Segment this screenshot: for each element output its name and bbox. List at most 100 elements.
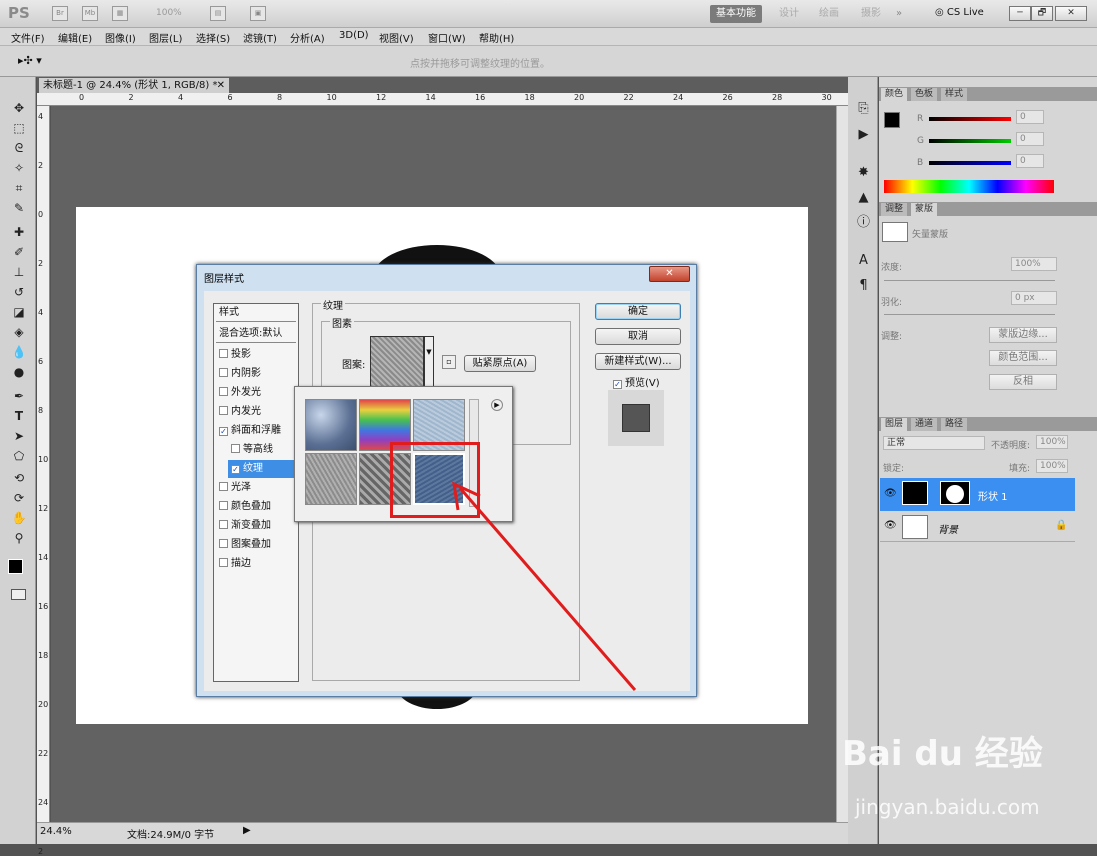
style-item[interactable]: 光泽 [216,479,296,497]
zoom-tool-icon[interactable]: ⚲ [10,529,28,547]
styles-header[interactable]: 样式 [216,304,296,322]
tab-paths[interactable]: 路径 [941,418,968,431]
channel-b-slider[interactable] [929,161,1011,165]
shape-tool-icon[interactable]: ⬠ [10,447,28,465]
color-foreground[interactable] [884,112,900,128]
brush-tool-icon[interactable]: ✐ [10,243,28,261]
style-checkbox[interactable]: ✓ [219,427,228,436]
style-checkbox[interactable]: ✓ [231,465,240,474]
style-checkbox[interactable] [219,501,228,510]
pattern-swatch-bubbles[interactable] [305,399,357,451]
workspace-painting[interactable]: 绘画 [813,5,845,23]
style-checkbox[interactable] [219,558,228,567]
menu-window[interactable]: 窗口(W) [428,30,466,45]
marquee-tool-icon[interactable]: ⬚ [10,119,28,137]
style-item[interactable]: ✓ 斜面和浮雕 [216,422,296,440]
color-spectrum-bar[interactable] [884,180,1054,193]
arrange-docs-icon[interactable]: ▤ [210,6,226,21]
style-item[interactable]: 等高线 [228,441,296,459]
menu-layer[interactable]: 图层(L) [149,30,182,45]
channel-b-value[interactable]: 0 [1016,154,1044,168]
style-item[interactable]: 外发光 [216,384,296,402]
zoom-level[interactable]: 100% [156,8,182,18]
pattern-picker[interactable] [370,336,424,388]
preview-check[interactable]: ✓ [613,380,622,389]
density-slider[interactable] [884,280,1055,281]
move-tool-icon[interactable]: ✥ [10,99,28,117]
pattern-dropdown-arrow-icon[interactable]: ▼ [424,336,434,388]
lasso-tool-icon[interactable]: ᘓ [10,139,28,157]
workspace-photography[interactable]: 摄影 [855,5,887,23]
feather-field[interactable]: 0 px [1011,291,1057,305]
foreground-color-swatch[interactable] [8,559,23,574]
style-checkbox[interactable] [219,539,228,548]
style-checkbox[interactable] [219,482,228,491]
vertical-scrollbar[interactable] [836,106,848,822]
layer-row-shape1[interactable]: 👁 形状 1 [880,478,1075,511]
menu-help[interactable]: 帮助(H) [479,30,514,45]
close-button[interactable]: ✕ [1055,6,1087,21]
character-panel-icon[interactable]: A [856,253,871,268]
3d-panel-icon[interactable]: ✸ [856,165,871,180]
channel-g-value[interactable]: 0 [1016,132,1044,146]
style-checkbox[interactable] [219,368,228,377]
tab-styles[interactable]: 样式 [941,88,968,101]
dialog-close-button[interactable]: ✕ [649,266,690,282]
paint-bucket-icon[interactable]: ◈ [10,323,28,341]
channel-g-slider[interactable] [929,139,1011,143]
history-panel-icon[interactable]: ⎘ [856,101,871,116]
style-item[interactable]: 渐变叠加 [216,517,296,535]
fill-field[interactable]: 100% [1036,459,1068,473]
new-style-button[interactable]: 新建样式(W)... [595,353,681,370]
status-menu-arrow-icon[interactable]: ▶ [243,825,251,836]
style-item[interactable]: 颜色叠加 [216,498,296,516]
dialog-title-bar[interactable]: 图层样式 ✕ [197,265,696,289]
stamp-tool-icon[interactable]: ⊥ [10,263,28,281]
eraser-tool-icon[interactable]: ◪ [10,303,28,321]
layer-row-background[interactable]: 👁 背景 🔒 [880,512,1075,542]
style-checkbox[interactable] [219,520,228,529]
quick-select-icon[interactable]: ✧ [10,159,28,177]
3d-orbit-icon[interactable]: ⟳ [10,489,28,507]
document-tab[interactable]: 未标题-1 @ 24.4% (形状 1, RGB/8) * ✕ [39,78,229,93]
menu-file[interactable]: 文件(F) [11,30,45,45]
style-item[interactable]: 图案叠加 [216,536,296,554]
quick-mask-icon[interactable] [11,589,26,600]
paragraph-panel-icon[interactable]: ¶ [856,278,871,293]
channel-r-value[interactable]: 0 [1016,110,1044,124]
history-brush-icon[interactable]: ↺ [10,283,28,301]
view-extras-icon[interactable]: ▦ [112,6,128,21]
opacity-field[interactable]: 100% [1036,435,1068,449]
style-checkbox[interactable] [219,387,228,396]
minibridge-icon[interactable]: Mb [82,6,98,21]
channel-r-slider[interactable] [929,117,1011,121]
snap-origin-button[interactable]: 贴紧原点(A) [464,355,536,372]
dodge-tool-icon[interactable]: ● [10,363,28,381]
layer-name[interactable]: 背景 [938,521,958,536]
tab-color[interactable]: 颜色 [881,88,908,101]
blend-mode-select[interactable]: 正常 [883,436,985,450]
layer-name[interactable]: 形状 1 [978,488,1008,503]
screen-mode-icon[interactable]: ▣ [250,6,266,21]
tab-masks[interactable]: 蒙版 [911,203,938,216]
popup-menu-icon[interactable]: ▶ [491,399,503,411]
menu-view[interactable]: 视图(V) [379,30,414,45]
density-field[interactable]: 100% [1011,257,1057,271]
cancel-button[interactable]: 取消 [595,328,681,345]
document-close-icon[interactable]: ✕ [217,78,225,93]
hand-tool-icon[interactable]: ✋ [10,509,28,527]
pen-tool-icon[interactable]: ✒ [10,387,28,405]
menu-analysis[interactable]: 分析(A) [290,30,325,45]
minimize-button[interactable]: ─ [1009,6,1031,21]
color-range-button[interactable]: 颜色范围... [989,350,1057,366]
pattern-swatch-gray-noise[interactable] [305,453,357,505]
healing-brush-icon[interactable]: ✚ [10,223,28,241]
ok-button[interactable]: 确定 [595,303,681,320]
navigator-icon[interactable]: ▲ [856,190,871,205]
eyedropper-icon[interactable]: ✎ [10,199,28,217]
visibility-eye-icon[interactable]: 👁 [884,520,897,531]
new-preset-icon[interactable]: ▫ [442,355,456,369]
style-item[interactable]: ✓ 纹理 [228,460,296,478]
tab-layers[interactable]: 图层 [881,418,908,431]
more-workspaces[interactable]: » [890,5,908,23]
